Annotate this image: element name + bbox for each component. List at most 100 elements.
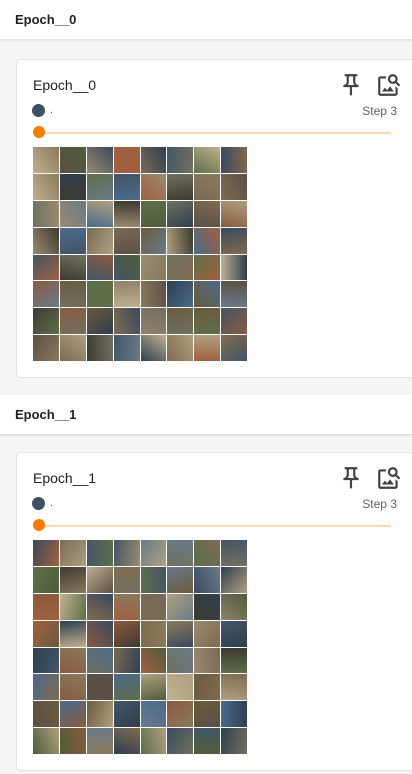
sample-image-thumbnail xyxy=(221,701,247,728)
sample-image-thumbnail xyxy=(86,701,113,728)
sample-image-thumbnail xyxy=(59,227,86,254)
sample-image-thumbnail xyxy=(59,674,86,701)
sample-image-thumbnail xyxy=(140,200,167,227)
group-title: Epoch__0 xyxy=(15,12,77,27)
sample-image-thumbnail xyxy=(194,674,221,701)
sample-image-thumbnail xyxy=(194,647,221,674)
sample-image-thumbnail xyxy=(194,728,221,754)
sample-image-thumbnail xyxy=(194,254,221,281)
sample-image-thumbnail xyxy=(113,674,140,701)
sample-image-thumbnail xyxy=(221,647,247,674)
sample-image-thumbnail xyxy=(167,227,194,254)
sample-image-thumbnail xyxy=(221,674,247,701)
slider-thumb[interactable] xyxy=(33,519,45,531)
sample-image-thumbnail xyxy=(33,200,59,227)
sample-image-thumbnail xyxy=(167,620,194,647)
sample-image-thumbnail xyxy=(194,173,221,200)
sample-image-thumbnail xyxy=(140,308,167,335)
sample-image-thumbnail xyxy=(33,173,59,200)
sample-image-thumbnail xyxy=(221,254,247,281)
sample-image-thumbnail xyxy=(33,281,59,308)
sample-image-thumbnail xyxy=(221,227,247,254)
sample-image-thumbnail xyxy=(167,593,194,620)
sample-image-thumbnail xyxy=(167,308,194,335)
image-search-icon[interactable] xyxy=(376,72,402,98)
sample-image-thumbnail xyxy=(140,566,167,593)
sample-image-thumbnail xyxy=(113,728,140,754)
slider-thumb[interactable] xyxy=(33,126,45,138)
sample-image-thumbnail xyxy=(167,147,194,173)
sample-image-thumbnail xyxy=(59,701,86,728)
sample-image-thumbnail xyxy=(113,566,140,593)
sample-image-thumbnail xyxy=(194,308,221,335)
sample-image-thumbnail xyxy=(33,620,59,647)
step-slider[interactable] xyxy=(33,126,391,140)
sample-image-thumbnail xyxy=(194,227,221,254)
sample-image-thumbnail xyxy=(167,335,194,361)
run-color-dot xyxy=(32,104,45,117)
sample-image-thumbnail xyxy=(59,254,86,281)
sample-image-thumbnail xyxy=(167,728,194,754)
sample-image-thumbnail xyxy=(140,281,167,308)
sample-image-thumbnail xyxy=(113,308,140,335)
sample-image-thumbnail xyxy=(140,335,167,361)
image-sample-grid[interactable] xyxy=(33,540,247,754)
sample-image-thumbnail xyxy=(221,335,247,361)
sample-image-thumbnail xyxy=(194,540,221,566)
sample-image-thumbnail xyxy=(86,147,113,173)
sample-image-thumbnail xyxy=(59,620,86,647)
sample-image-thumbnail xyxy=(86,173,113,200)
sample-image-thumbnail xyxy=(86,566,113,593)
sample-image-thumbnail xyxy=(167,701,194,728)
sample-image-thumbnail xyxy=(113,254,140,281)
sample-image-thumbnail xyxy=(167,647,194,674)
run-name: . xyxy=(50,497,54,509)
sample-image-thumbnail xyxy=(33,254,59,281)
sample-image-thumbnail xyxy=(86,227,113,254)
slider-track xyxy=(33,525,391,527)
sample-image-thumbnail xyxy=(113,647,140,674)
sample-image-thumbnail xyxy=(33,674,59,701)
sample-image-thumbnail xyxy=(86,728,113,754)
card-title: Epoch__0 xyxy=(33,77,97,93)
sample-image-thumbnail xyxy=(140,254,167,281)
sample-image-thumbnail xyxy=(86,281,113,308)
sample-image-thumbnail xyxy=(33,308,59,335)
sample-image-thumbnail xyxy=(140,227,167,254)
sample-image-thumbnail xyxy=(167,254,194,281)
sample-image-thumbnail xyxy=(221,173,247,200)
sample-image-thumbnail xyxy=(33,335,59,361)
sample-image-thumbnail xyxy=(33,147,59,173)
group-header-epoch-0[interactable]: Epoch__0 xyxy=(0,0,412,40)
sample-image-thumbnail xyxy=(140,620,167,647)
sample-image-thumbnail xyxy=(33,566,59,593)
sample-image-thumbnail xyxy=(194,701,221,728)
sample-image-thumbnail xyxy=(167,173,194,200)
sample-image-thumbnail xyxy=(194,620,221,647)
sample-image-thumbnail xyxy=(59,147,86,173)
group-header-epoch-1[interactable]: Epoch__1 xyxy=(0,395,412,435)
sample-image-thumbnail xyxy=(113,227,140,254)
sample-image-thumbnail xyxy=(59,647,86,674)
sample-image-thumbnail xyxy=(140,674,167,701)
slider-track xyxy=(33,132,391,134)
image-card-epoch-1: Epoch__1 . Step 3 xyxy=(16,452,412,771)
sample-image-thumbnail xyxy=(221,593,247,620)
sample-image-thumbnail xyxy=(221,308,247,335)
sample-image-thumbnail xyxy=(221,620,247,647)
sample-image-thumbnail xyxy=(59,728,86,754)
sample-image-thumbnail xyxy=(113,200,140,227)
pin-icon[interactable] xyxy=(338,72,364,98)
sample-image-thumbnail xyxy=(33,593,59,620)
step-label: Step 3 xyxy=(362,497,397,511)
step-slider[interactable] xyxy=(33,519,391,533)
sample-image-thumbnail xyxy=(33,647,59,674)
sample-image-thumbnail xyxy=(113,281,140,308)
pin-icon[interactable] xyxy=(338,465,364,491)
sample-image-thumbnail xyxy=(194,593,221,620)
sample-image-thumbnail xyxy=(86,308,113,335)
sample-image-thumbnail xyxy=(167,281,194,308)
sample-image-thumbnail xyxy=(140,593,167,620)
image-search-icon[interactable] xyxy=(376,465,402,491)
image-sample-grid[interactable] xyxy=(33,147,247,361)
